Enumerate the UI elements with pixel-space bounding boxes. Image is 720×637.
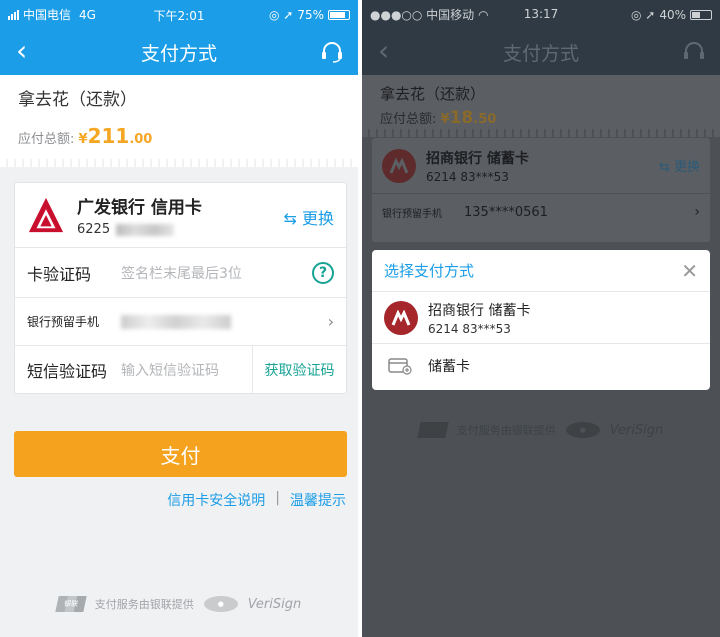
battery-percent: 40% xyxy=(659,7,686,22)
amount-decimal: .00 xyxy=(129,132,153,147)
status-bar: ●●●○○ 中国移动 ◠ 13:17 ◎ ➚ 40% xyxy=(362,0,720,29)
verisign-logo: VeriSign xyxy=(247,596,302,612)
amount-integer: 18 xyxy=(449,108,474,128)
phone-value: 135****0561 xyxy=(464,204,548,220)
customer-service-icon[interactable] xyxy=(682,40,706,64)
carrier-name: ●●●○○ 中国移动 xyxy=(370,8,475,22)
order-summary: 拿去花（还款） 应付总额: ¥211.00 xyxy=(0,75,358,159)
signal-icon xyxy=(8,9,19,20)
receipt-edge xyxy=(362,129,720,137)
cmb-bank-logo xyxy=(384,300,418,335)
get-code-button[interactable]: 获取验证码 xyxy=(252,346,346,393)
payment-card-form: 广发银行 信用卡 6225 ⇆ 更换 卡验证码 签名栏末尾最后3位 ? 银行预留… xyxy=(14,182,347,394)
phone-label: 银行预留手机 xyxy=(382,208,442,220)
pay-button[interactable]: 支付 xyxy=(14,431,347,477)
nav-bar: ‹ 支付方式 xyxy=(362,29,720,75)
bank-name: 广发银行 信用卡 xyxy=(77,198,202,218)
status-bar: 中国电信 4G 下午2:01 ◎ ➚ 75% xyxy=(0,0,358,29)
cgb-bank-logo xyxy=(28,197,64,233)
option-label: 储蓄卡 xyxy=(428,359,470,375)
amount-integer: 211 xyxy=(87,124,130,148)
carrier-name: 中国电信 xyxy=(23,8,72,22)
link-separator: | xyxy=(275,490,280,506)
amount-row: 应付总额: ¥18.50 xyxy=(380,108,702,128)
chevron-right-icon: › xyxy=(327,312,334,331)
amount-label: 应付总额: xyxy=(380,112,437,127)
location-icon: ◎ ➚ xyxy=(268,7,294,22)
option-bank-name: 招商银行 储蓄卡 xyxy=(428,302,531,319)
nav-bar: ‹ 支付方式 xyxy=(0,29,358,75)
sms-label: 短信验证码 xyxy=(27,361,108,381)
card-add-icon xyxy=(388,358,412,375)
payment-card-form: 招商银行 储蓄卡 6214 83***53 ⇆ 更换 银行预留手机 135***… xyxy=(372,138,710,242)
left-phone-screen: 中国电信 4G 下午2:01 ◎ ➚ 75% ‹ 支付方式 拿去花（还款） 应付… xyxy=(0,0,358,637)
footer-text: 支付服务由银联提供 xyxy=(94,598,194,611)
right-phone-screen: ●●●○○ 中国移动 ◠ 13:17 ◎ ➚ 40% ‹ 支付方式 拿去花（还款… xyxy=(362,0,720,637)
footer-badges: 银联 支付服务由银联提供 ● VeriSign xyxy=(0,596,358,612)
verisign-logo: VeriSign xyxy=(609,422,664,438)
location-icon: ◎ ➚ xyxy=(630,7,656,22)
modal-title: 选择支付方式 xyxy=(384,262,475,280)
order-title: 拿去花（还款） xyxy=(18,90,137,110)
amount-decimal: .50 xyxy=(473,112,497,127)
currency-symbol: ¥ xyxy=(78,132,88,147)
tips-link[interactable]: 温馨提示 xyxy=(290,490,346,510)
amount-label: 应付总额: xyxy=(18,132,75,147)
receipt-edge xyxy=(0,159,358,167)
battery-icon xyxy=(690,9,712,20)
close-icon[interactable]: ✕ xyxy=(681,259,698,283)
change-card-button[interactable]: ⇆ 更换 xyxy=(284,205,335,229)
help-links: 信用卡安全说明 | 温馨提示 xyxy=(167,490,346,510)
card-security-link[interactable]: 信用卡安全说明 xyxy=(167,490,265,510)
currency-symbol: ¥ xyxy=(440,112,450,127)
back-button[interactable]: ‹ xyxy=(16,37,27,65)
bank-name: 招商银行 储蓄卡 xyxy=(426,150,529,167)
wifi-icon: ◠ xyxy=(478,7,489,22)
phone-label: 银行预留手机 xyxy=(27,315,100,329)
mcafee-logo: ● xyxy=(565,422,600,438)
cvv-row: 卡验证码 签名栏末尾最后3位 ? xyxy=(15,247,346,297)
amount-row: 应付总额: ¥211.00 xyxy=(18,124,340,148)
phone-row[interactable]: 银行预留手机 › xyxy=(15,297,346,345)
order-summary: 拿去花（还款） 应付总额: ¥18.50 xyxy=(362,75,720,129)
option-card-number: 6214 83***53 xyxy=(428,321,511,336)
sms-input[interactable]: 输入短信验证码 xyxy=(121,360,219,380)
masked-phone xyxy=(121,314,231,329)
selected-bank-card: 广发银行 信用卡 6225 ⇆ 更换 xyxy=(15,183,346,247)
modal-header: 选择支付方式 ✕ xyxy=(372,250,710,292)
battery-icon xyxy=(328,9,350,20)
back-button[interactable]: ‹ xyxy=(378,37,389,65)
unionpay-logo xyxy=(417,422,449,438)
network-type: 4G xyxy=(79,7,96,22)
mcafee-logo: ● xyxy=(203,596,238,612)
chevron-right-icon: › xyxy=(694,204,700,220)
page-title: 支付方式 xyxy=(502,42,579,65)
cvv-label: 卡验证码 xyxy=(27,264,92,284)
payment-method-modal: 选择支付方式 ✕ 招商银行 储蓄卡 6214 83***53 储蓄卡 xyxy=(372,250,710,390)
change-card-button[interactable]: ⇆ 更换 xyxy=(659,156,700,175)
cvv-input[interactable]: 签名栏末尾最后3位 xyxy=(121,263,242,283)
option-cmb-debit[interactable]: 招商银行 储蓄卡 6214 83***53 xyxy=(372,292,710,344)
battery-percent: 75% xyxy=(297,7,324,22)
cmb-bank-logo xyxy=(382,148,416,183)
option-add-debit-card[interactable]: 储蓄卡 xyxy=(372,344,710,388)
sms-row: 短信验证码 输入短信验证码 获取验证码 xyxy=(15,345,346,393)
footer-badges: 支付服务由银联提供 ● VeriSign xyxy=(362,422,720,438)
card-number: 6225 xyxy=(77,222,202,237)
customer-service-icon[interactable] xyxy=(320,40,344,64)
masked-number xyxy=(116,223,175,236)
card-number: 6214 83***53 xyxy=(426,169,509,184)
footer-text: 支付服务由银联提供 xyxy=(456,424,556,437)
unionpay-logo: 银联 xyxy=(55,596,87,612)
page-title: 支付方式 xyxy=(140,42,217,65)
order-title: 拿去花（还款） xyxy=(380,85,486,103)
help-icon[interactable]: ? xyxy=(312,261,334,284)
